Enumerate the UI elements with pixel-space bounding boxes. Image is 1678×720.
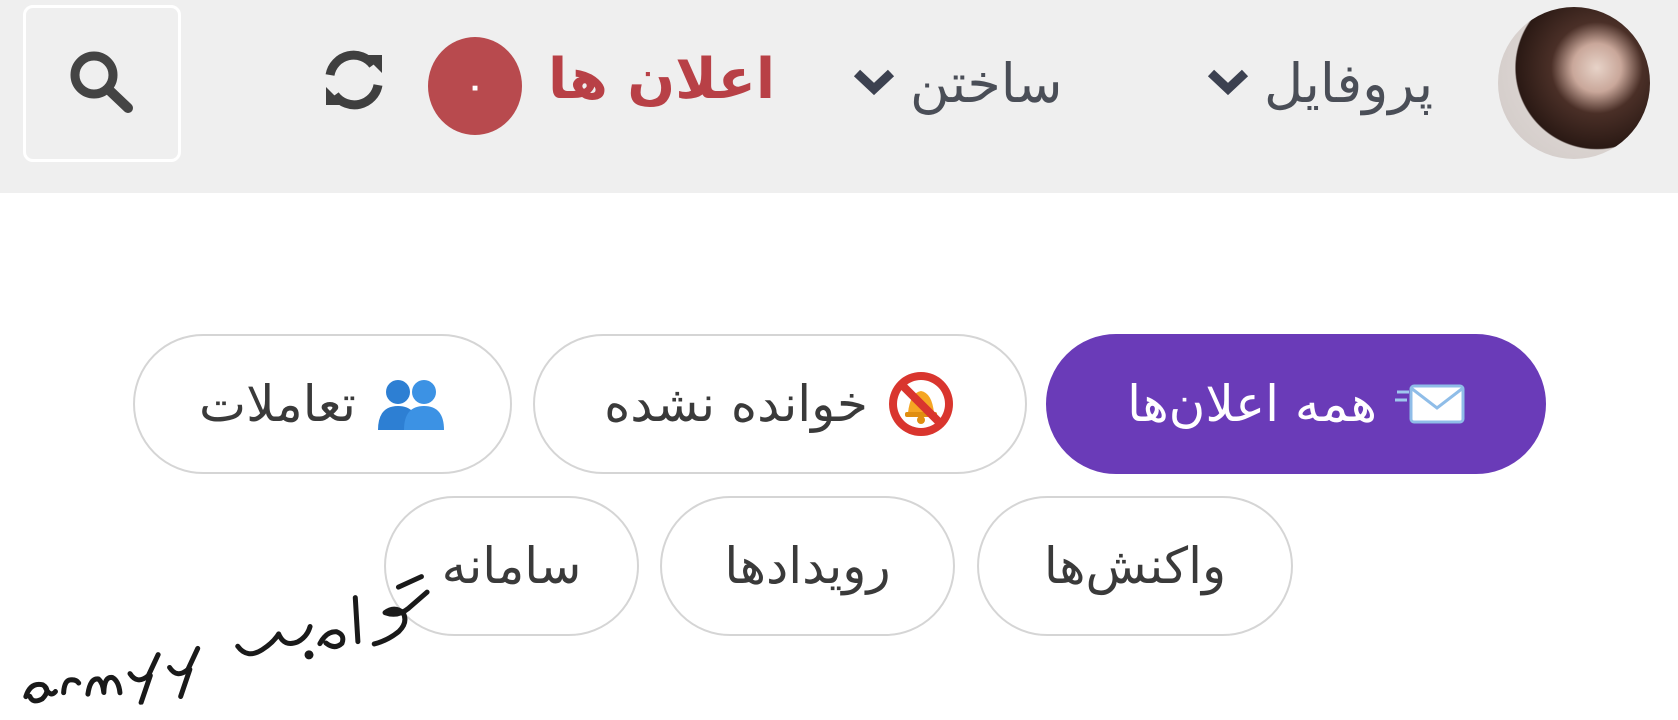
filter-all-notifications[interactable]: همه اعلان‌ها <box>1046 334 1546 474</box>
bell-muted-icon <box>886 369 956 439</box>
filter-interactions[interactable]: تعاملات <box>133 334 512 474</box>
refresh-icon <box>320 49 388 115</box>
filter-unread-label: خوانده نشده <box>604 375 868 433</box>
top-navigation-bar: ۰ اعلان ها ساختن پروفایل <box>0 0 1678 193</box>
profile-menu-label: پروفایل <box>1264 52 1434 115</box>
create-menu-label: ساختن <box>910 52 1063 115</box>
filter-events-label: رویدادها <box>724 537 891 595</box>
notification-count-badge[interactable]: ۰ <box>428 37 522 135</box>
notifications-page: ۰ اعلان ها ساختن پروفایل <box>0 0 1678 720</box>
refresh-button[interactable] <box>318 46 390 118</box>
chevron-down-icon <box>852 67 896 101</box>
avatar[interactable] <box>1498 7 1650 159</box>
chevron-down-icon <box>1206 67 1250 101</box>
create-menu[interactable]: ساختن <box>852 44 1062 124</box>
search-button[interactable] <box>23 5 181 162</box>
search-icon <box>66 48 138 120</box>
profile-menu[interactable]: پروفایل <box>1206 44 1433 124</box>
envelope-icon <box>1394 382 1465 426</box>
filter-reactions-label: واکنش‌ها <box>1043 537 1227 595</box>
handwritten-watermark <box>2 559 463 718</box>
people-icon <box>374 376 446 432</box>
filter-unread[interactable]: خوانده نشده <box>533 334 1027 474</box>
filter-events[interactable]: رویدادها <box>660 496 955 636</box>
filter-interactions-label: تعاملات <box>199 375 356 433</box>
filter-reactions[interactable]: واکنش‌ها <box>977 496 1293 636</box>
filter-system-label: سامانه <box>441 537 582 595</box>
notifications-link[interactable]: اعلان ها <box>548 44 775 116</box>
filter-all-label: همه اعلان‌ها <box>1127 375 1377 433</box>
